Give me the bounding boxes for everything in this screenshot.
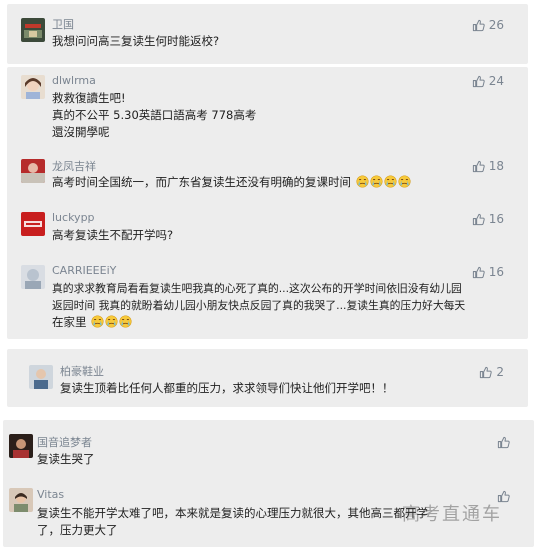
comment-line: 真的求求教育局看看复读生吧我真的心死了真的...这次公布的开学时间依旧没有幼儿园 bbox=[52, 282, 462, 295]
comment-username[interactable]: 龙凤吉祥 bbox=[52, 158, 96, 174]
avatar[interactable] bbox=[21, 18, 45, 42]
comment-text: 救救復讀生吧! 真的不公平 5.30英語口語高考 778高考 還沒開學呢 bbox=[52, 90, 510, 141]
comment-username[interactable]: Vitas bbox=[37, 488, 64, 501]
thumbs-up-icon bbox=[472, 19, 485, 31]
comment-line: 返园时间 我真的就盼着幼儿园小朋友快点反园了真的我哭了...复读生真的压力好大每… bbox=[52, 299, 466, 312]
like-count: 24 bbox=[488, 74, 504, 88]
comment-line-text: 在家里 bbox=[52, 315, 87, 329]
crying-face-icon bbox=[370, 175, 383, 188]
comment-card: 国音追梦者 复读生哭了 Vitas 复读生不能开学太难了吧，本来就是复读的心理压… bbox=[3, 420, 534, 547]
crying-face-icon bbox=[356, 175, 369, 188]
comment-line: 复读生顶着比任何人都重的压力，求求领导们快让他们开学吧！！ bbox=[60, 381, 394, 395]
like-button[interactable] bbox=[497, 436, 514, 449]
crying-face-icon bbox=[384, 175, 397, 188]
comment-username[interactable]: CARRIEEEiY bbox=[52, 264, 116, 277]
like-button[interactable]: 16 bbox=[472, 212, 504, 226]
comment-username[interactable]: 国音追梦者 bbox=[37, 434, 92, 450]
thumbs-up-icon bbox=[472, 160, 485, 172]
comment-card: dlwlrma 救救復讀生吧! 真的不公平 5.30英語口語高考 778高考 還… bbox=[7, 67, 528, 339]
comment-text: 复读生哭了 bbox=[37, 451, 516, 468]
comment-line: 复读生哭了 bbox=[37, 452, 95, 466]
comment-text: 复读生顶着比任何人都重的压力，求求领导们快让他们开学吧！！ bbox=[60, 380, 510, 397]
avatar[interactable] bbox=[9, 488, 33, 512]
comment-text: 我想问问高三复读生何时能返校? bbox=[52, 33, 510, 50]
like-button[interactable]: 26 bbox=[472, 18, 504, 32]
comment-username[interactable]: 卫国 bbox=[52, 16, 74, 32]
comment-card: 柏豪鞋业 复读生顶着比任何人都重的压力，求求领导们快让他们开学吧！！ 2 bbox=[7, 349, 528, 407]
like-count: 26 bbox=[488, 18, 504, 32]
comment-line-text: 高考时间全国统一，而广东省复读生还没有明确的复课时间 bbox=[52, 175, 351, 189]
like-button[interactable]: 24 bbox=[472, 74, 504, 88]
comment-text: 真的求求教育局看看复读生吧我真的心死了真的...这次公布的开学时间依旧没有幼儿园… bbox=[52, 280, 510, 331]
watermark: 高考直通车 bbox=[402, 504, 502, 525]
like-button[interactable]: 18 bbox=[472, 159, 504, 173]
comment-line: 真的不公平 5.30英語口語高考 778高考 bbox=[52, 108, 257, 122]
comment-username[interactable]: 柏豪鞋业 bbox=[60, 363, 104, 379]
comment-line: 救救復讀生吧! bbox=[52, 91, 126, 105]
like-button[interactable]: 16 bbox=[472, 265, 504, 279]
crying-face-icon bbox=[91, 315, 104, 328]
thumbs-up-icon bbox=[480, 366, 493, 378]
comment-username[interactable]: luckypp bbox=[52, 211, 95, 224]
comment-text: 高考复读生不配开学吗? bbox=[52, 227, 510, 244]
like-count: 16 bbox=[488, 265, 504, 279]
crying-face-icon bbox=[119, 315, 132, 328]
avatar[interactable] bbox=[21, 212, 45, 236]
like-count: 2 bbox=[496, 365, 504, 379]
comment-username[interactable]: dlwlrma bbox=[52, 74, 96, 87]
crying-face-icon bbox=[105, 315, 118, 328]
like-count: 16 bbox=[488, 212, 504, 226]
avatar[interactable] bbox=[9, 434, 33, 458]
avatar[interactable] bbox=[21, 75, 45, 99]
thumbs-up-icon bbox=[472, 75, 485, 87]
comment-text: 高考时间全国统一，而广东省复读生还没有明确的复课时间 bbox=[52, 174, 510, 191]
comment-line: 高考时间全国统一，而广东省复读生还没有明确的复课时间 bbox=[52, 174, 510, 191]
like-count: 18 bbox=[488, 159, 504, 173]
crying-face-icon bbox=[398, 175, 411, 188]
comment-line: 在家里 bbox=[52, 314, 510, 331]
comment-line: 還沒開學呢 bbox=[52, 125, 110, 139]
avatar[interactable] bbox=[21, 265, 45, 289]
thumbs-up-icon bbox=[472, 266, 485, 278]
comment-line: 高考复读生不配开学吗? bbox=[52, 228, 174, 242]
avatar[interactable] bbox=[21, 159, 45, 183]
comment-card: 卫国 我想问问高三复读生何时能返校? 26 bbox=[7, 4, 528, 64]
thumbs-up-icon bbox=[472, 213, 485, 225]
comment-line: 我想问问高三复读生何时能返校? bbox=[52, 34, 220, 48]
like-button[interactable]: 2 bbox=[479, 365, 504, 379]
thumbs-up-icon bbox=[497, 436, 510, 449]
avatar[interactable] bbox=[29, 365, 53, 389]
